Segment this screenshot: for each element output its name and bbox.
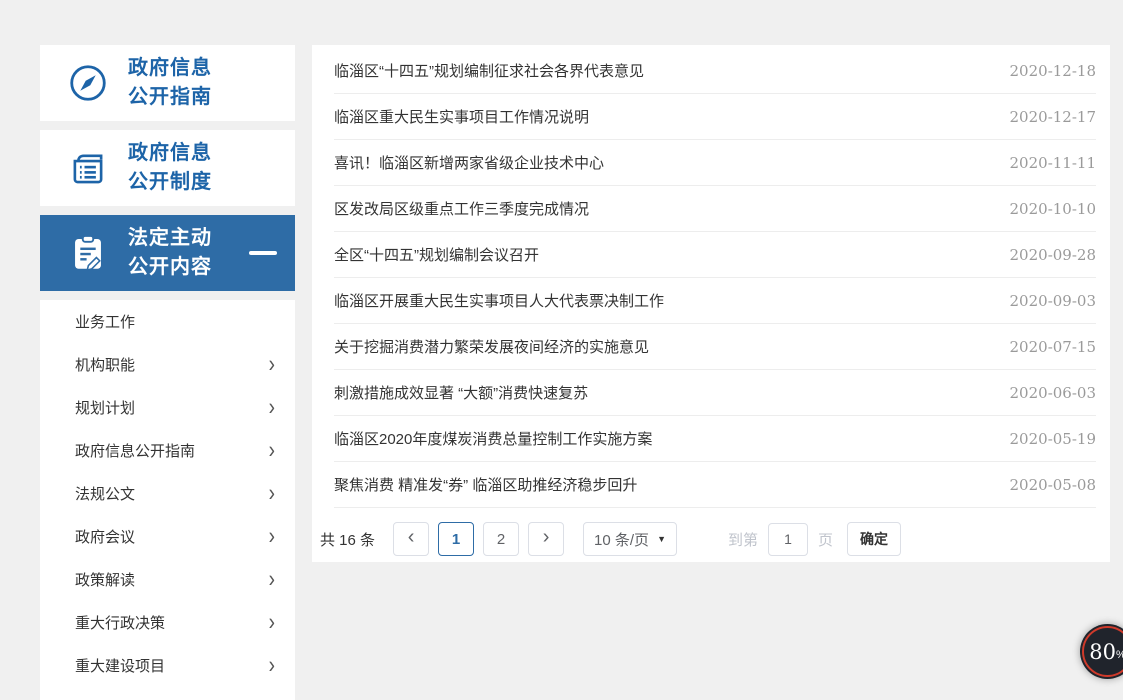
chevron-right-icon: › xyxy=(269,482,275,506)
sidebar-item-gov-info-guide[interactable]: 政府信息公开指南 › xyxy=(40,429,295,472)
news-date: 2020-11-11 xyxy=(1010,154,1096,172)
chevron-right-icon: › xyxy=(269,525,275,549)
sidebar-item-policy-interpretation[interactable]: 政策解读 › xyxy=(40,558,295,601)
news-link[interactable]: 刺激措施成效显著 “大额”消费快速复苏 xyxy=(334,382,990,403)
news-link[interactable]: 临淄区“十四五”规划编制征求社会各界代表意见 xyxy=(334,60,990,81)
news-date: 2020-12-18 xyxy=(1010,62,1096,80)
sidebar-card-label: 政府信息 公开制度 xyxy=(128,139,212,197)
page-button-1[interactable]: 1 xyxy=(438,522,474,556)
news-row: 临淄区开展重大民生实事项目人大代表票决制工作 2020-09-03 xyxy=(334,278,1096,324)
news-link[interactable]: 区发改局区级重点工作三季度完成情况 xyxy=(334,198,990,219)
news-row: 刺激措施成效显著 “大额”消费快速复苏 2020-06-03 xyxy=(334,370,1096,416)
news-date: 2020-10-10 xyxy=(1010,200,1096,218)
news-row: 临淄区“十四五”规划编制征求社会各界代表意见 2020-12-18 xyxy=(334,48,1096,94)
menu-item-label: 规划计划 xyxy=(75,397,135,418)
news-row: 全区“十四五”规划编制会议召开 2020-09-28 xyxy=(334,232,1096,278)
goto-suffix-label: 页 xyxy=(818,529,833,550)
news-link[interactable]: 聚焦消费 精准发“券” 临淄区助推经济稳步回升 xyxy=(334,474,990,495)
news-link[interactable]: 临淄区重大民生实事项目工作情况说明 xyxy=(334,106,990,127)
news-link[interactable]: 关于挖掘消费潜力繁荣发展夜间经济的实施意见 xyxy=(334,336,990,357)
goto-page-group: 到第 页 xyxy=(728,523,833,556)
news-date: 2020-12-17 xyxy=(1010,108,1096,126)
news-row: 临淄区重大民生实事项目工作情况说明 2020-12-17 xyxy=(334,94,1096,140)
news-date: 2020-07-15 xyxy=(1010,338,1096,356)
menu-item-label: 政策解读 xyxy=(75,569,135,590)
news-link[interactable]: 临淄区2020年度煤炭消费总量控制工作实施方案 xyxy=(334,428,990,449)
news-date: 2020-05-08 xyxy=(1010,476,1096,494)
news-row: 关于挖掘消费潜力繁荣发展夜间经济的实施意见 2020-07-15 xyxy=(334,324,1096,370)
menu-item-label: 机构职能 xyxy=(75,354,135,375)
menu-item-label: 重大行政决策 xyxy=(75,612,165,633)
news-date: 2020-06-03 xyxy=(1010,384,1096,402)
menu-item-label: 政府会议 xyxy=(75,526,135,547)
chevron-right-icon: › xyxy=(269,353,275,377)
page-size-value: 10 条/页 xyxy=(594,529,649,550)
page-button-2[interactable]: 2 xyxy=(483,522,519,556)
sidebar-item-planning[interactable]: 规划计划 › xyxy=(40,386,295,429)
news-date: 2020-09-03 xyxy=(1010,292,1096,310)
menu-item-label: 政府信息公开指南 xyxy=(75,440,195,461)
sidebar-card-label: 政府信息 公开指南 xyxy=(128,54,212,112)
sidebar: 政府信息 公开指南 政府信息 公开制度 xyxy=(40,45,295,700)
news-link[interactable]: 临淄区开展重大民生实事项目人大代表票决制工作 xyxy=(334,290,990,311)
sidebar-item-major-admin-decisions[interactable]: 重大行政决策 › xyxy=(40,601,295,644)
sidebar-card-label: 法定主动 公开内容 xyxy=(128,224,212,282)
goto-prefix-label: 到第 xyxy=(728,529,758,550)
zoom-value: 80 xyxy=(1089,640,1116,664)
chevron-right-icon: › xyxy=(269,396,275,420)
next-page-button[interactable]: › xyxy=(528,522,564,556)
sidebar-item-major-construction[interactable]: 重大建设项目 › xyxy=(40,644,295,687)
sidebar-menu: 业务工作 机构职能 › 规划计划 › 政府信息公开指南 › 法规公文 › 政府会… xyxy=(40,300,295,700)
chevron-right-icon: › xyxy=(269,654,275,678)
sidebar-card-gov-info-guide[interactable]: 政府信息 公开指南 xyxy=(40,45,295,121)
chevron-right-icon: › xyxy=(269,439,275,463)
menu-item-label: 重大建设项目 xyxy=(75,655,165,676)
sidebar-card-gov-info-system[interactable]: 政府信息 公开制度 xyxy=(40,130,295,206)
news-link[interactable]: 全区“十四五”规划编制会议召开 xyxy=(334,244,990,265)
dropdown-arrow-icon: ▼ xyxy=(657,534,666,544)
news-date: 2020-09-28 xyxy=(1010,246,1096,264)
pagination-total: 共 16 条 xyxy=(320,529,375,550)
collapse-minus-icon[interactable] xyxy=(249,251,277,255)
news-row: 区发改局区级重点工作三季度完成情况 2020-10-10 xyxy=(334,186,1096,232)
ledger-icon xyxy=(66,147,110,189)
sidebar-card-statutory-disclosure[interactable]: 法定主动 公开内容 xyxy=(40,215,295,291)
zoom-unit: % xyxy=(1116,649,1123,661)
news-link[interactable]: 喜讯！临淄区新增两家省级企业技术中心 xyxy=(334,152,990,173)
news-row: 喜讯！临淄区新增两家省级企业技术中心 2020-11-11 xyxy=(334,140,1096,186)
sidebar-item-regulations[interactable]: 法规公文 › xyxy=(40,472,295,515)
prev-page-button[interactable]: ‹ xyxy=(393,522,429,556)
news-row: 临淄区2020年度煤炭消费总量控制工作实施方案 2020-05-19 xyxy=(334,416,1096,462)
news-date: 2020-05-19 xyxy=(1010,430,1096,448)
page-background: 政府信息 公开指南 政府信息 公开制度 xyxy=(0,0,1123,665)
confirm-button[interactable]: 确定 xyxy=(847,522,901,556)
news-list: 临淄区“十四五”规划编制征求社会各界代表意见 2020-12-18 临淄区重大民… xyxy=(312,45,1110,508)
menu-item-label: 法规公文 xyxy=(75,483,135,504)
sidebar-item-gov-meetings[interactable]: 政府会议 › xyxy=(40,515,295,558)
chevron-right-icon: › xyxy=(269,568,275,592)
page-size-select[interactable]: 10 条/页 ▼ xyxy=(583,522,677,556)
menu-item-label: 业务工作 xyxy=(75,311,135,332)
compass-icon xyxy=(66,62,110,104)
news-row: 聚焦消费 精准发“券” 临淄区助推经济稳步回升 2020-05-08 xyxy=(334,462,1096,508)
sidebar-item-org-functions[interactable]: 机构职能 › xyxy=(40,343,295,386)
chevron-right-icon: › xyxy=(269,611,275,635)
clipboard-pencil-icon xyxy=(66,232,110,274)
sidebar-item-business-work[interactable]: 业务工作 xyxy=(40,300,295,343)
news-panel: 临淄区“十四五”规划编制征求社会各界代表意见 2020-12-18 临淄区重大民… xyxy=(312,45,1110,562)
goto-page-input[interactable] xyxy=(768,523,808,556)
zoom-level-badge[interactable]: 80 % xyxy=(1080,624,1123,679)
pagination: 共 16 条 ‹ 1 2 › 10 条/页 ▼ 到第 页 确定 xyxy=(320,522,1110,556)
